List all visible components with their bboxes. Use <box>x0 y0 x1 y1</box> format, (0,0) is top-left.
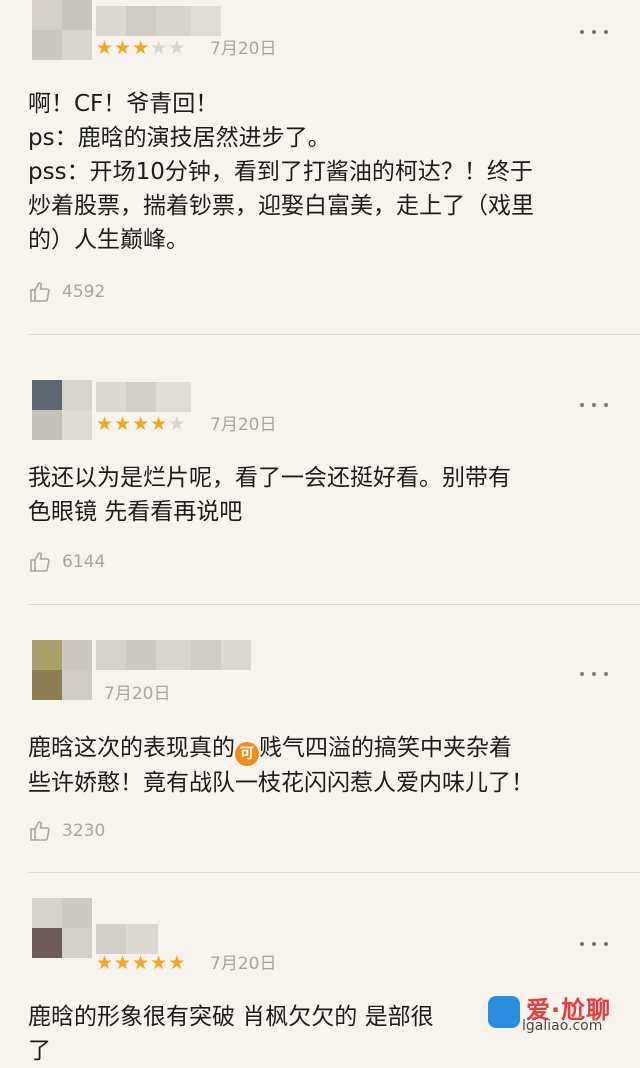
star-icon: ★ <box>168 37 187 59</box>
rating-stars: ★★★★★ <box>96 954 186 973</box>
like-button[interactable]: 6144 <box>28 550 105 574</box>
like-count: 6144 <box>62 552 106 572</box>
avatar[interactable] <box>32 380 92 440</box>
watermark: 爱·尬聊 lgaliao.com <box>488 990 638 1050</box>
star-icon: ★ <box>96 952 115 974</box>
star-icon: ★ <box>150 413 169 435</box>
comment-line: pss：开场10分钟，看到了打酱油的柯达？！终于 <box>28 159 533 185</box>
avatar[interactable] <box>32 0 92 60</box>
star-icon: ★ <box>150 952 169 974</box>
comment-date: 7月20日 <box>104 684 171 704</box>
avatar[interactable] <box>32 898 92 958</box>
comment-line: 色眼镜 先看看再说吧 <box>28 499 243 525</box>
comment-line: 炒着股票，揣着钞票，迎娶白富美，走上了（戏里 <box>28 193 534 219</box>
divider <box>28 334 640 335</box>
username-blurred[interactable] <box>96 924 158 954</box>
thumbs-up-icon <box>28 550 52 574</box>
divider <box>28 872 640 873</box>
more-options-icon[interactable] <box>580 940 608 948</box>
username-blurred[interactable] <box>96 6 221 36</box>
star-icon: ★ <box>150 37 169 59</box>
comment-text-part: 贱气四溢的搞笑中夹杂着 <box>259 735 512 761</box>
comment-line: 鹿晗这次的表现真的可贱气四溢的搞笑中夹杂着 <box>28 731 616 766</box>
comment-text: 啊！CF！爷青回！ ps：鹿晗的演技居然进步了。 pss：开场10分钟，看到了打… <box>28 87 616 257</box>
watermark-url: lgaliao.com <box>522 1018 603 1034</box>
like-button[interactable]: 3230 <box>28 819 105 843</box>
ke-emoji-icon: 可 <box>235 742 259 766</box>
comment-date: 7月20日 <box>210 415 277 435</box>
rating-stars: ★★★★★ <box>96 415 186 434</box>
star-icon: ★ <box>96 37 115 59</box>
thumbs-up-icon <box>28 280 52 304</box>
comment-text-part: 鹿晗这次的表现真的 <box>28 735 235 761</box>
star-icon: ★ <box>96 413 115 435</box>
more-options-icon[interactable] <box>580 28 608 36</box>
star-icon: ★ <box>132 413 151 435</box>
comment-date: 7月20日 <box>210 39 277 59</box>
username-blurred[interactable] <box>96 640 251 670</box>
like-count: 4592 <box>62 282 106 302</box>
rating-stars: ★★★★★ <box>96 39 186 58</box>
more-options-icon[interactable] <box>580 401 608 409</box>
comment-line: 的）人生巅峰。 <box>28 227 189 253</box>
star-icon: ★ <box>168 413 187 435</box>
divider <box>28 604 640 605</box>
comment-line: ps：鹿晗的演技居然进步了。 <box>28 125 331 151</box>
star-icon: ★ <box>114 952 133 974</box>
star-icon: ★ <box>114 413 133 435</box>
watermark-logo-icon <box>488 996 520 1028</box>
star-icon: ★ <box>114 37 133 59</box>
star-icon: ★ <box>132 37 151 59</box>
avatar[interactable] <box>32 640 92 700</box>
like-button[interactable]: 4592 <box>28 280 105 304</box>
star-icon: ★ <box>132 952 151 974</box>
comment-text: 我还以为是烂片呢，看了一会还挺好看。别带有 色眼镜 先看看再说吧 <box>28 461 616 529</box>
comment-line: 啊！CF！爷青回！ <box>28 91 219 117</box>
star-icon: ★ <box>168 952 187 974</box>
thumbs-up-icon <box>28 819 52 843</box>
comment-text: 鹿晗这次的表现真的可贱气四溢的搞笑中夹杂着 些许娇憨！竟有战队一枝花闪闪惹人爱内… <box>28 731 616 800</box>
username-blurred[interactable] <box>96 382 191 412</box>
comment-line: 些许娇憨！竟有战队一枝花闪闪惹人爱内味儿了！ <box>28 770 534 796</box>
like-count: 3230 <box>62 821 106 841</box>
comment-line: 我还以为是烂片呢，看了一会还挺好看。别带有 <box>28 465 511 491</box>
more-options-icon[interactable] <box>580 670 608 678</box>
comment-date: 7月20日 <box>210 954 277 974</box>
